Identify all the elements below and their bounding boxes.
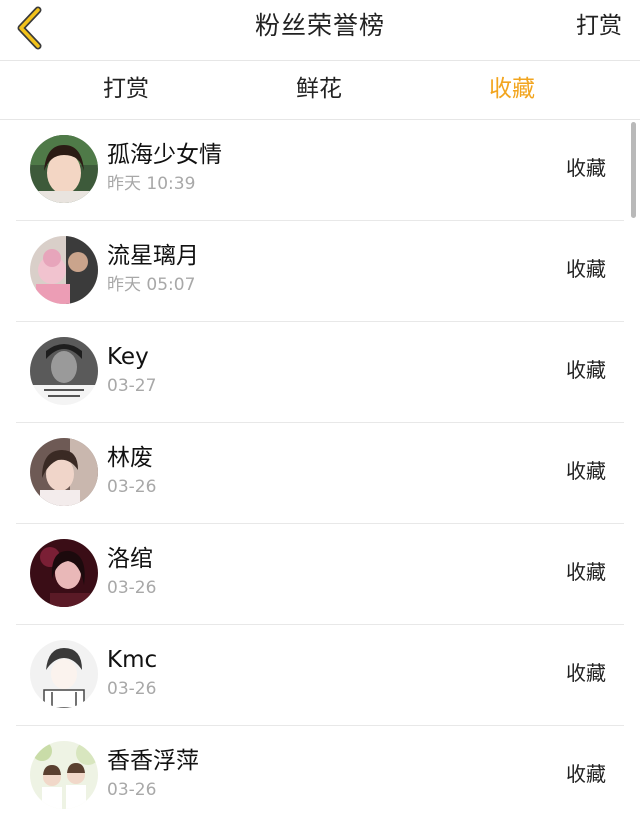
avatar (30, 438, 98, 506)
fan-name: 林废 (107, 445, 153, 471)
tab-bar: 打赏 鲜花 收藏 (0, 61, 640, 120)
top-nav-bar: 粉丝荣誉榜 打赏 (0, 0, 640, 61)
favorite-label: 收藏 (566, 459, 606, 483)
fan-time: 03-26 (107, 679, 157, 699)
avatar (30, 337, 98, 405)
list-item[interactable]: Key 03-27 收藏 (16, 322, 624, 423)
scrollbar[interactable] (631, 122, 636, 218)
list-item[interactable]: 洛绾 03-26 收藏 (16, 524, 624, 625)
list-item[interactable]: 香香浮萍 03-26 收藏 (16, 726, 624, 822)
fan-name: 流星璃月 (107, 243, 199, 269)
avatar (30, 741, 98, 809)
fan-time: 昨天 05:07 (107, 275, 196, 295)
fan-name: 孤海少女情 (107, 142, 222, 168)
fan-name: 洛绾 (107, 546, 153, 572)
fan-list: 孤海少女情 昨天 10:39 收藏 流星璃月 昨天 05:07 收藏 Key 0… (0, 120, 640, 822)
fan-name: Key (107, 344, 149, 370)
fan-honor-page: 粉丝荣誉榜 打赏 打赏 鲜花 收藏 孤海少女情 昨天 10:39 收藏 流星璃月… (0, 0, 640, 822)
page-title: 粉丝荣誉榜 (254, 11, 385, 40)
fan-time: 03-26 (107, 780, 157, 800)
fan-time: 03-26 (107, 578, 157, 598)
fan-time: 03-26 (107, 477, 157, 497)
favorite-label: 收藏 (566, 156, 606, 180)
favorite-label: 收藏 (566, 560, 606, 584)
fan-name: 香香浮萍 (107, 748, 199, 774)
tab-reward[interactable]: 打赏 (103, 73, 149, 105)
list-item[interactable]: 林废 03-26 收藏 (16, 423, 624, 524)
list-item[interactable]: 孤海少女情 昨天 10:39 收藏 (16, 120, 624, 221)
favorite-label: 收藏 (566, 661, 606, 685)
favorite-label: 收藏 (566, 257, 606, 281)
favorite-label: 收藏 (566, 358, 606, 382)
fan-time: 昨天 10:39 (107, 174, 196, 194)
fan-name: Kmc (107, 647, 158, 673)
list-item[interactable]: Kmc 03-26 收藏 (16, 625, 624, 726)
avatar (30, 135, 98, 203)
avatar (30, 236, 98, 304)
list-item[interactable]: 流星璃月 昨天 05:07 收藏 (16, 221, 624, 322)
fan-time: 03-27 (107, 376, 157, 396)
avatar (30, 539, 98, 607)
tab-flowers[interactable]: 鲜花 (296, 73, 342, 105)
favorite-label: 收藏 (566, 762, 606, 786)
avatar (30, 640, 98, 708)
reward-button[interactable]: 打赏 (576, 8, 622, 44)
tab-favorites[interactable]: 收藏 (489, 73, 535, 105)
